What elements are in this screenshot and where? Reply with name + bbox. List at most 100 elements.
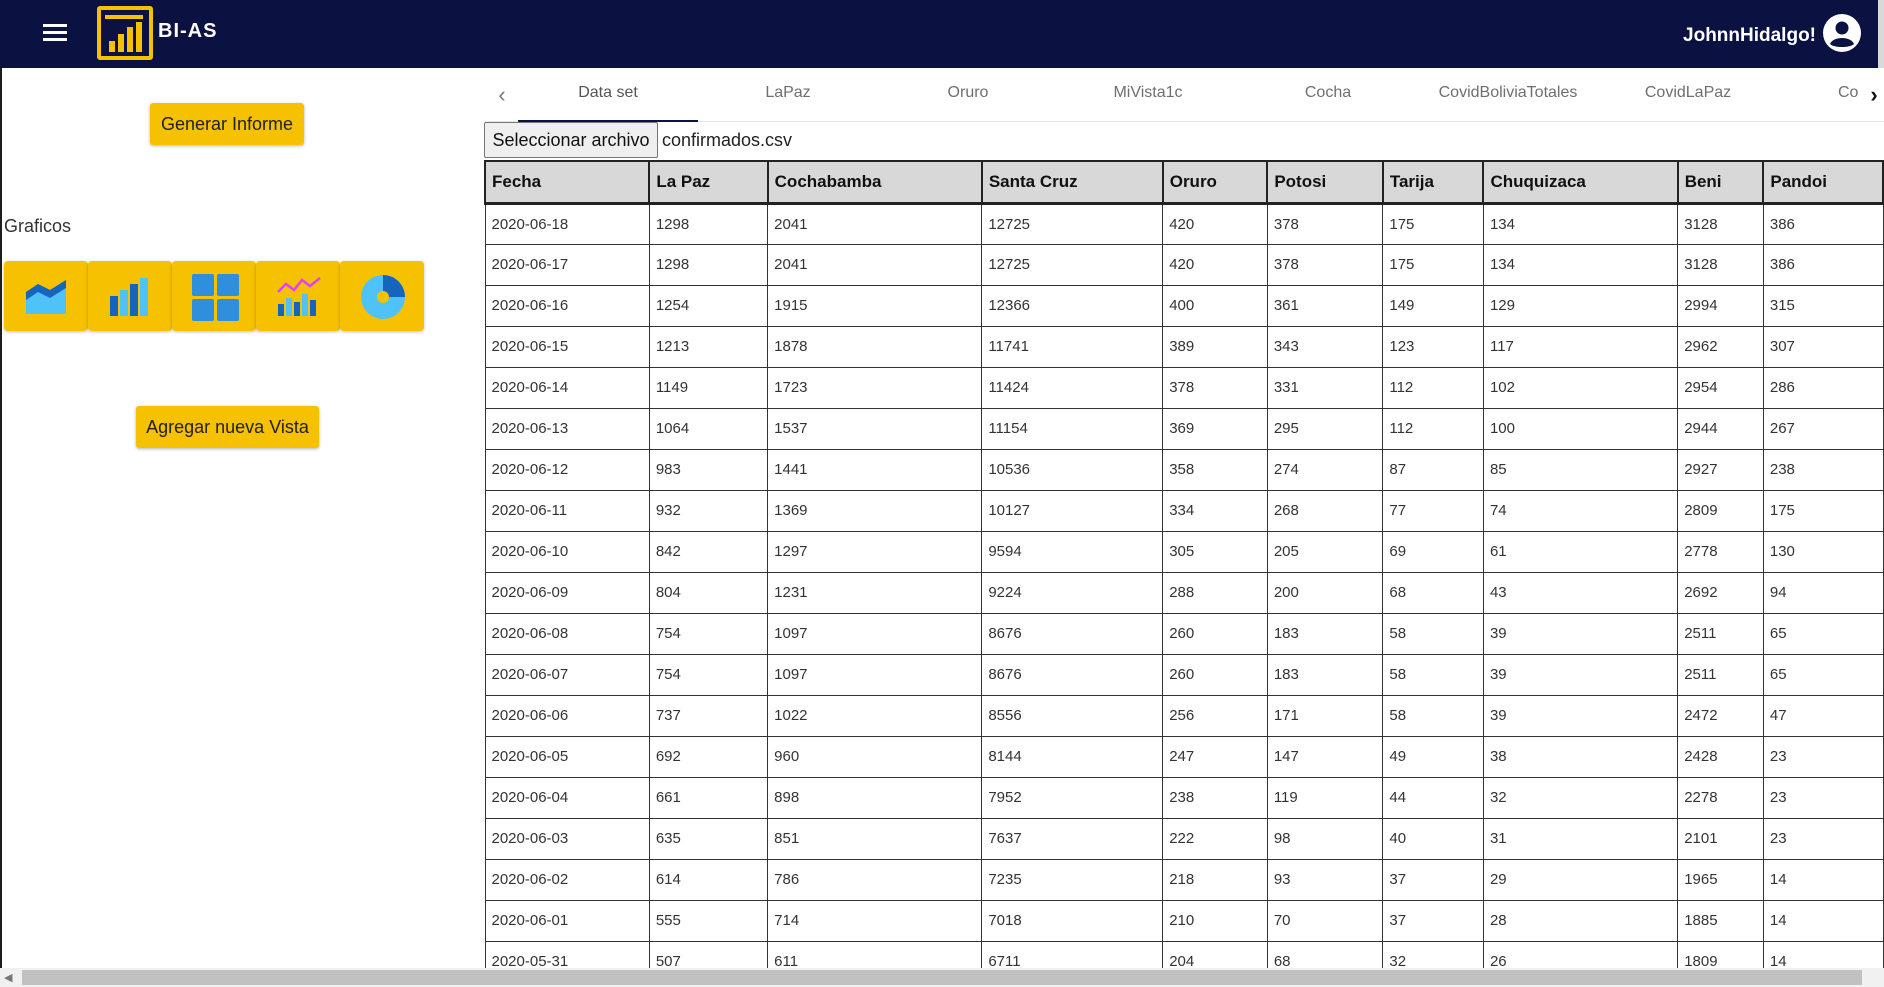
table-cell: 2020-06-18	[484, 202, 650, 245]
chevron-right-icon[interactable]: ›	[1864, 82, 1884, 108]
column-header: Santa Cruz	[980, 160, 1164, 205]
tab-covidlapaz[interactable]: CovidLaPaz	[1598, 68, 1778, 122]
table-cell: 58	[1382, 612, 1484, 655]
table-cell: 2020-06-17	[484, 243, 650, 286]
choose-file-button[interactable]: Seleccionar archivo	[484, 122, 658, 158]
table-cell: 2020-05-31	[484, 940, 650, 968]
scroll-left-icon[interactable]: ◀	[4, 971, 12, 984]
table-cell: 6711	[981, 940, 1164, 968]
table-header-row: Fecha La Paz Cochabamba Santa Cruz Oruro Poto…	[484, 160, 1884, 205]
table-cell: 295	[1266, 407, 1384, 450]
area-chart-icon	[26, 280, 66, 314]
table-cell: 804	[648, 571, 769, 614]
tab-data-set[interactable]: Data set	[518, 68, 698, 122]
table-cell: 754	[648, 612, 769, 655]
table-cell: 74	[1482, 489, 1679, 532]
table-cell: 7637	[981, 817, 1164, 860]
combo-chart-button[interactable]	[256, 261, 340, 331]
app-bar: BI-AS JohnnHidalgo!	[0, 0, 1884, 68]
table-cell: 420	[1162, 202, 1268, 245]
add-view-button[interactable]: Agregar nueva Vista	[136, 406, 319, 448]
table-cell: 7018	[981, 899, 1164, 942]
table-cell: 58	[1382, 694, 1484, 737]
table-cell: 1965	[1677, 858, 1764, 901]
pie-chart-button[interactable]	[340, 261, 424, 331]
table-cell: 286	[1762, 366, 1884, 409]
column-header: Beni	[1676, 160, 1765, 205]
account-circle-icon[interactable]	[1822, 13, 1862, 53]
user-greeting[interactable]: JohnnHidalgo!	[1683, 25, 1816, 47]
horizontal-scrollbar[interactable]: ◀	[0, 968, 1884, 987]
charts-heading: Graficos	[4, 216, 72, 236]
table-cell: 2020-06-12	[484, 448, 650, 491]
table-cell: 77	[1382, 489, 1484, 532]
grid-dashboard-button[interactable]	[172, 261, 256, 331]
column-header: Chuquizaca	[1482, 160, 1679, 205]
table-cell: 1097	[767, 612, 983, 655]
table-cell: 100	[1482, 407, 1679, 450]
tab-covidboliviatotales[interactable]: CovidBoliviaTotales	[1418, 68, 1598, 122]
table-cell: 14	[1762, 858, 1884, 901]
table-cell: 2020-06-09	[484, 571, 650, 614]
table-cell: 786	[767, 858, 983, 901]
chevron-left-icon[interactable]: ‹	[492, 82, 512, 108]
table-cell: 389	[1162, 325, 1268, 368]
tab-mivista1c[interactable]: MiVista1c	[1058, 68, 1238, 122]
table-cell: 2927	[1677, 448, 1764, 491]
table-cell: 378	[1266, 243, 1384, 286]
tab-cocha[interactable]: Cocha	[1238, 68, 1418, 122]
table-cell: 307	[1762, 325, 1884, 368]
column-header: Potosi	[1266, 160, 1384, 205]
table-cell: 851	[767, 817, 983, 860]
menu-icon[interactable]	[40, 20, 70, 48]
table-cell: 70	[1266, 899, 1384, 942]
table-cell: 7952	[981, 776, 1164, 819]
table-cell: 386	[1762, 202, 1884, 245]
table-cell: 98	[1266, 817, 1384, 860]
table-cell: 2994	[1677, 284, 1764, 327]
table-cell: 2041	[767, 243, 983, 286]
table-cell: 204	[1162, 940, 1268, 968]
table-row: 2020-06-10 842 1297 9594 305 205 69 61 2778 130	[484, 530, 1884, 573]
area-chart-button[interactable]	[4, 261, 88, 331]
table-row: 2020-06-16 1254 1915 12366 400 361 149 129 2994 3…	[484, 284, 1884, 327]
generate-report-button[interactable]: Generar Informe	[150, 103, 304, 145]
table-cell: 305	[1162, 530, 1268, 573]
table-cell: 256	[1162, 694, 1268, 737]
table-cell: 247	[1162, 735, 1268, 778]
table-cell: 2020-06-04	[484, 776, 650, 819]
table-cell: 23	[1762, 735, 1884, 778]
table-cell: 175	[1382, 243, 1484, 286]
table-cell: 7235	[981, 858, 1164, 901]
logo-icon[interactable]	[97, 6, 153, 60]
table-row: 2020-06-18 1298 2041 12725 420 378 175 134 3128 3…	[484, 202, 1884, 245]
table-cell: 983	[648, 448, 769, 491]
table-cell: 1064	[648, 407, 769, 450]
table-cell: 8676	[981, 612, 1164, 655]
table-cell: 39	[1482, 653, 1679, 696]
bar-chart-button[interactable]	[88, 261, 172, 331]
table-cell: 2020-06-05	[484, 735, 650, 778]
table-cell: 661	[648, 776, 769, 819]
table-cell: 200	[1266, 571, 1384, 614]
tab-lapaz[interactable]: LaPaz	[698, 68, 878, 122]
table-cell: 12366	[981, 284, 1164, 327]
tab-oruro[interactable]: Oruro	[878, 68, 1058, 122]
table-cell: 112	[1382, 366, 1484, 409]
table-cell: 11424	[981, 366, 1164, 409]
table-row: 2020-06-03 635 851 7637 222 98 40 31 2101 23	[484, 817, 1884, 860]
table-cell: 40	[1382, 817, 1484, 860]
selected-file-name: confirmados.csv	[662, 130, 793, 150]
table-row: 2020-06-02 614 786 7235 218 93 37 29 1965 14	[484, 858, 1884, 901]
table-cell: 47	[1762, 694, 1884, 737]
table-cell: 2944	[1677, 407, 1764, 450]
table-cell: 692	[648, 735, 769, 778]
table-row: 2020-06-12 983 1441 10536 358 274 87 85 2927 238	[484, 448, 1884, 491]
dataset-table-container[interactable]: Fecha La Paz Cochabamba Santa Cruz Oruro Poto…	[484, 160, 1884, 968]
scrollbar-thumb[interactable]	[22, 970, 1862, 985]
table-cell: 2020-06-01	[484, 899, 650, 942]
table-cell: 28	[1482, 899, 1679, 942]
table-cell: 714	[767, 899, 983, 942]
table-cell: 119	[1266, 776, 1384, 819]
table-row: 2020-06-13 1064 1537 11154 369 295 112 100 2944 2…	[484, 407, 1884, 450]
